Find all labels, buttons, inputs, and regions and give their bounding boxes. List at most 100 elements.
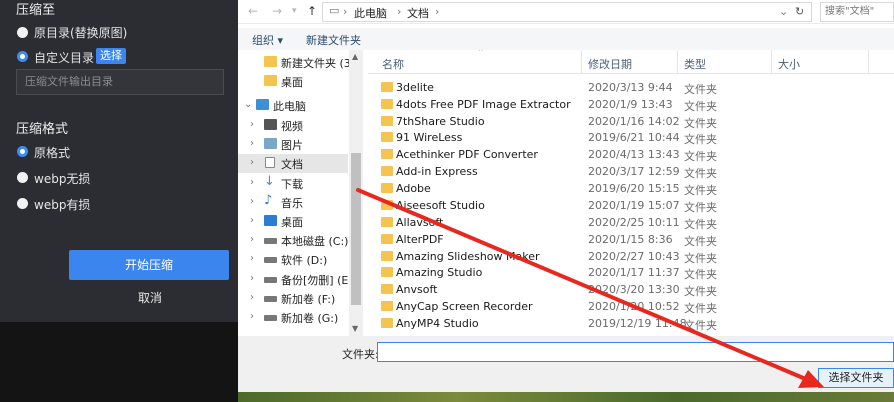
tree-item-drive-c[interactable]: › 本地磁盘 (C:): [238, 231, 348, 250]
file-row[interactable]: 91 WireLess 2019/6/21 10:44 文件夹: [368, 129, 894, 146]
file-row[interactable]: AnyCap Screen Recorder 2020/1/20 10:52 文件夹: [368, 298, 894, 315]
tree-item-music[interactable]: › ♪ 音乐: [238, 193, 348, 212]
radio-format-webp-lossy[interactable]: [17, 198, 28, 209]
expand-chevron-icon[interactable]: ›: [250, 292, 254, 303]
radio-format-webp-lossless[interactable]: [17, 172, 28, 183]
file-row[interactable]: Aiseesoft Studio 2020/1/19 15:07 文件夹: [368, 197, 894, 214]
file-row[interactable]: AlterPDF 2020/1/15 8:36 文件夹: [368, 231, 894, 248]
file-row[interactable]: 4dots Free PDF Image Extractor 2020/1/9 1…: [368, 96, 894, 113]
label-custom-dir: 自定义目录: [34, 51, 95, 65]
navigation-tree: 新建文件夹 (3) 桌面 ⌄ 此电脑 › 视频 › 图片 › 文档 › ↓ 下载…: [238, 50, 363, 336]
address-bar[interactable]: ▭ › 此电脑 › 文档 › ⌄ ↻: [322, 2, 812, 22]
file-row[interactable]: Allavsoft 2020/2/25 10:11 文件夹: [368, 214, 894, 231]
folder-icon: [381, 132, 393, 142]
tree-item-drive-d[interactable]: › 软件 (D:): [238, 250, 348, 269]
expand-chevron-icon[interactable]: ›: [250, 311, 254, 322]
folder-icon: [381, 99, 393, 109]
folder-icon: [381, 217, 393, 227]
folder-icon: [381, 149, 393, 159]
file-row[interactable]: 3delite 2020/3/13 9:44 文件夹: [368, 79, 894, 96]
radio-original-dir[interactable]: [17, 27, 28, 38]
tree-item-desktop-pinned[interactable]: 桌面: [238, 72, 348, 91]
organize-menu[interactable]: 组织 ▾: [252, 32, 283, 48]
radio-format-original[interactable]: [17, 146, 28, 157]
expand-chevron-icon[interactable]: ›: [250, 234, 254, 245]
breadcrumb-separator-icon: ›: [343, 5, 348, 18]
refresh-icon[interactable]: ↻: [795, 5, 804, 18]
file-list: 名称 ⌃ 修改日期 类型 大小 3delite 2020/3/13 9:44 文件夹…: [368, 50, 894, 336]
drive-icon: [264, 315, 277, 321]
pc-icon: [256, 99, 269, 110]
file-row[interactable]: AnyMP4 Studio 2019/12/19 11:48 文件夹: [368, 315, 894, 332]
expand-chevron-icon[interactable]: ›: [250, 196, 254, 207]
expand-chevron-icon[interactable]: ›: [250, 157, 254, 168]
tree-item-drive-f[interactable]: › 新加卷 (F:): [238, 289, 348, 308]
column-header-type[interactable]: 类型: [684, 56, 706, 72]
cancel-button[interactable]: 取消: [100, 288, 200, 308]
label-format-webp-lossless: webp无损: [34, 172, 91, 186]
folder-icon: [381, 82, 393, 92]
tree-item-drive-g[interactable]: › 新加卷 (G:): [238, 308, 348, 327]
folder-icon: [381, 301, 393, 311]
file-row[interactable]: Anvsoft 2020/3/20 13:30 文件夹: [368, 281, 894, 298]
tree-scrollbar[interactable]: ▲ ▼: [349, 50, 363, 336]
tree-item-downloads[interactable]: › ↓ 下载: [238, 174, 348, 193]
folder-field-label: 文件夹:: [342, 348, 379, 361]
folder-icon: [381, 267, 393, 277]
tree-item-videos[interactable]: › 视频: [238, 116, 348, 135]
document-icon: [265, 157, 275, 168]
sort-ascending-icon: ⌃: [477, 50, 485, 58]
new-folder-button[interactable]: 新建文件夹: [306, 32, 361, 48]
file-row[interactable]: Adobe 2019/6/20 15:15 文件夹: [368, 180, 894, 197]
select-folder-dialog: ← → ▾ ↑ ▭ › 此电脑 › 文档 › ⌄ ↻ 搜索"文档" 组织 ▾ 新…: [238, 0, 894, 392]
drive-icon: [264, 277, 277, 283]
column-header-size[interactable]: 大小: [778, 56, 800, 72]
back-icon[interactable]: ←: [248, 4, 258, 18]
expand-chevron-icon[interactable]: ›: [250, 253, 254, 264]
breadcrumb-this-pc[interactable]: 此电脑: [354, 5, 387, 21]
tree-item-this-pc[interactable]: ⌄ 此电脑: [238, 96, 348, 115]
expand-chevron-icon[interactable]: ›: [250, 273, 254, 284]
tree-item-pictures[interactable]: › 图片: [238, 135, 348, 154]
save-section-title: 压缩至: [16, 3, 56, 18]
folder-input[interactable]: [377, 342, 894, 362]
history-chevron-icon[interactable]: ▾: [292, 6, 297, 16]
start-compress-button[interactable]: 开始压缩: [69, 250, 229, 280]
folder-icon: [264, 56, 277, 67]
file-row[interactable]: 7thShare Studio 2020/1/16 14:02 文件夹: [368, 113, 894, 130]
expand-chevron-icon[interactable]: ›: [250, 119, 254, 130]
forward-icon[interactable]: →: [272, 4, 282, 18]
search-input[interactable]: 搜索"文档": [820, 2, 894, 22]
expand-chevron-icon[interactable]: ›: [250, 177, 254, 188]
format-section-title: 压缩格式: [16, 122, 69, 137]
choose-dir-button[interactable]: 选择: [96, 48, 126, 64]
select-folder-button[interactable]: 选择文件夹: [818, 368, 894, 388]
file-row[interactable]: Add-in Express 2020/3/17 12:59 文件夹: [368, 163, 894, 180]
collapse-chevron-icon[interactable]: ⌄: [244, 99, 252, 110]
scroll-down-icon[interactable]: ▼: [352, 324, 358, 333]
tree-item-new-folder[interactable]: 新建文件夹 (3): [238, 53, 355, 72]
up-icon[interactable]: ↑: [307, 4, 317, 18]
address-dropdown-icon[interactable]: ⌄: [779, 5, 788, 18]
tree-item-drive-e[interactable]: › 备份[勿删] (E:): [238, 270, 356, 289]
folder-icon: [381, 183, 393, 193]
column-header-row: 名称 ⌃ 修改日期 类型 大小: [368, 50, 894, 74]
file-row[interactable]: Amazing Studio 2020/1/17 11:37 文件夹: [368, 264, 894, 281]
expand-chevron-icon[interactable]: ›: [250, 138, 254, 149]
tree-item-desktop[interactable]: › 桌面: [238, 212, 348, 231]
expand-chevron-icon[interactable]: ›: [250, 215, 254, 226]
scroll-up-icon[interactable]: ▲: [352, 52, 358, 61]
folder-icon: [264, 75, 277, 86]
tree-scroll-thumb[interactable]: [351, 153, 361, 305]
folder-icon: [381, 116, 393, 126]
background-area: [0, 322, 238, 402]
radio-custom-dir[interactable]: [17, 51, 28, 62]
file-row[interactable]: Acethinker PDF Converter 2020/4/13 13:43 文…: [368, 146, 894, 163]
output-dir-input[interactable]: 压缩文件输出目录: [16, 69, 224, 95]
folder-icon: [381, 200, 393, 210]
file-row[interactable]: Amazing Slideshow Maker 2020/2/27 10:43 文件…: [368, 248, 894, 265]
column-header-date[interactable]: 修改日期: [588, 56, 632, 72]
breadcrumb-documents[interactable]: 文档: [407, 5, 429, 21]
tree-item-documents[interactable]: › 文档: [238, 154, 348, 173]
column-header-name[interactable]: 名称: [382, 56, 404, 72]
